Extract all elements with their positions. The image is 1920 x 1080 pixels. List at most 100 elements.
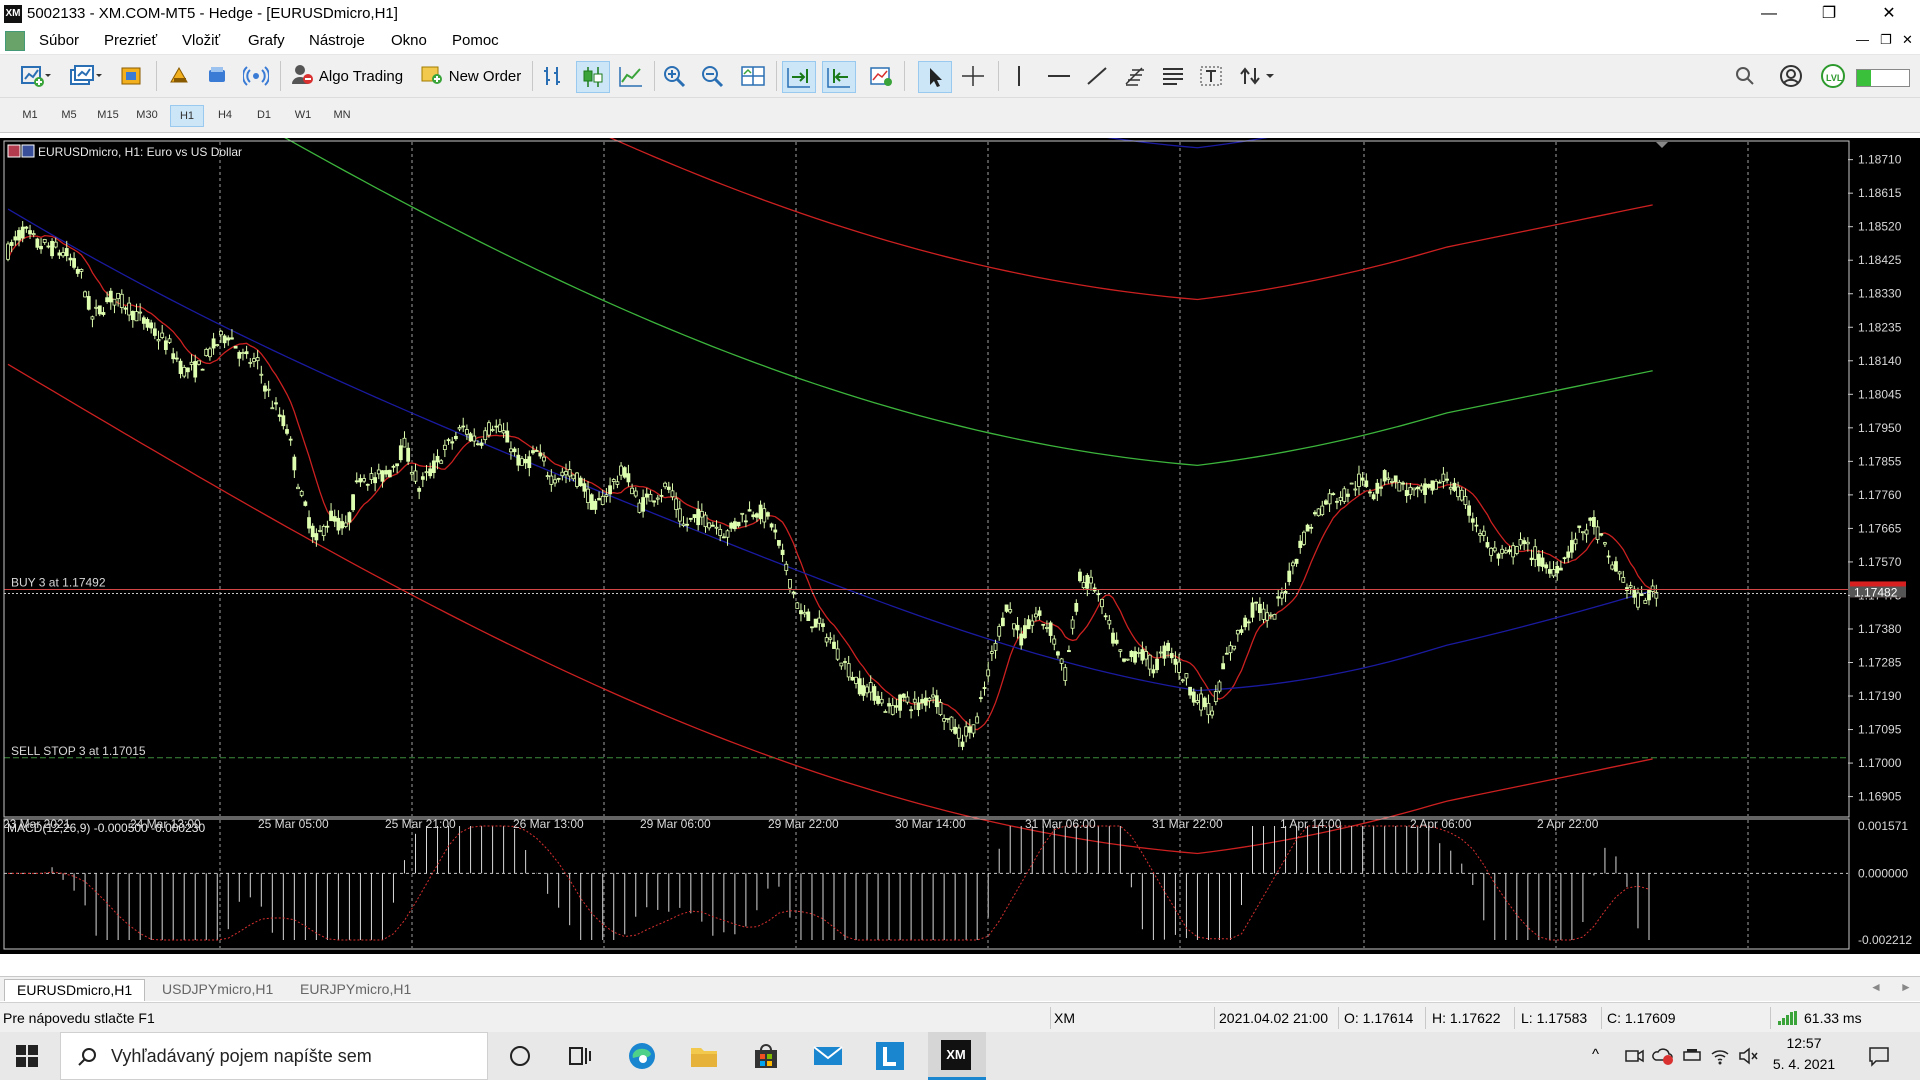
tray-wifi-icon[interactable]	[1710, 1046, 1730, 1070]
restore-button[interactable]: ❐	[1800, 0, 1858, 28]
tray-chevron-icon[interactable]: ^	[1592, 1046, 1599, 1063]
horizontal-line-icon[interactable]	[1044, 61, 1074, 91]
tile-windows-icon[interactable]	[738, 61, 768, 91]
file-explorer-icon[interactable]	[688, 1040, 720, 1072]
market-watch-icon[interactable]	[118, 61, 146, 91]
mdi-close-button[interactable]: ✕	[1902, 32, 1913, 48]
candle-body	[354, 480, 359, 483]
timeframe-m30[interactable]: M30	[131, 105, 163, 125]
trend-line-icon[interactable]	[1082, 61, 1112, 91]
tab-scroll-left-icon[interactable]: ◄	[1870, 980, 1882, 994]
timeframe-m5[interactable]: M5	[53, 105, 85, 125]
timeframe-mn[interactable]: MN	[326, 105, 358, 125]
tab-scroll-right-icon[interactable]: ►	[1900, 980, 1912, 994]
candle-body	[1628, 585, 1633, 588]
taskbar-xm-app[interactable]: XM	[928, 1032, 986, 1080]
candle-body	[1246, 621, 1251, 624]
candlestick-chart-icon[interactable]	[576, 61, 610, 93]
candle-body	[1056, 651, 1060, 656]
tray-date[interactable]: 5. 4. 2021	[1770, 1056, 1838, 1072]
arrows-icon[interactable]	[1234, 61, 1278, 91]
menu-prezriet[interactable]: Prezrieť	[104, 32, 157, 49]
tab-eurusdmicro[interactable]: EURUSDmicro,H1	[4, 979, 146, 1001]
tray-speaker-muted-icon[interactable]	[1738, 1046, 1760, 1070]
tab-usdjpymicro[interactable]: USDJPYmicro,H1	[150, 979, 285, 1000]
candle-body	[1184, 673, 1189, 679]
timeline-icon[interactable]	[564, 1040, 596, 1072]
level-icon[interactable]: LVL	[1818, 61, 1848, 91]
timeframe-h4[interactable]: H4	[209, 105, 241, 125]
store-icon[interactable]	[750, 1040, 782, 1072]
text-icon[interactable]	[1196, 61, 1226, 91]
equidistant-channel-icon[interactable]	[1158, 61, 1188, 91]
candle-body	[1489, 547, 1494, 556]
tab-eurjpymicro[interactable]: EURJPYmicro,H1	[288, 979, 423, 1000]
new-chart-icon[interactable]	[14, 61, 58, 91]
timeframe-h1[interactable]: H1	[170, 105, 204, 127]
menu-okno[interactable]: Okno	[391, 32, 427, 49]
auto-scroll-icon[interactable]	[782, 61, 816, 93]
mail-icon[interactable]	[812, 1040, 844, 1072]
profiles-icon[interactable]	[64, 61, 108, 91]
vertical-line-icon[interactable]	[1004, 61, 1034, 91]
candle-body	[953, 726, 958, 734]
new-order-button[interactable]: New Order	[416, 61, 524, 91]
candle-body	[163, 340, 168, 350]
cursor-icon[interactable]	[918, 61, 952, 93]
l-app-icon[interactable]	[874, 1040, 906, 1072]
price-chart[interactable]: 0.0015710.000000-0.002212MACD(12,26,9) -…	[0, 138, 1920, 954]
strategy-tester-icon[interactable]	[166, 61, 194, 91]
menu-nastroje[interactable]: Nástroje	[309, 32, 365, 49]
bar-chart-icon[interactable]	[538, 61, 568, 91]
account-icon[interactable]	[1776, 61, 1806, 91]
candle-body	[35, 238, 40, 248]
candle-body	[821, 623, 825, 627]
timeframe-m15[interactable]: M15	[92, 105, 124, 125]
price-tick-label: 1.17380	[1858, 622, 1902, 636]
menu-pomoc[interactable]: Pomoc	[452, 32, 499, 49]
candle-body	[336, 517, 341, 531]
windows-start-icon[interactable]	[16, 1045, 38, 1071]
candle-body	[1342, 488, 1347, 502]
signals-icon[interactable]	[242, 61, 270, 91]
candle-body	[1566, 551, 1571, 558]
chart-window[interactable]: 0.001571 0.000000 -0.002212 MACD(12,26,9) -…	[0, 138, 1920, 954]
candle-body	[46, 245, 51, 248]
tray-cloud-alert-icon[interactable]	[1652, 1046, 1674, 1070]
notification-center-icon[interactable]	[1868, 1045, 1890, 1071]
line-chart-icon[interactable]	[616, 61, 646, 91]
tray-time[interactable]: 12:57	[1774, 1035, 1834, 1051]
algo-trading-button[interactable]: Algo Trading	[286, 61, 406, 91]
timeframe-w1[interactable]: W1	[287, 105, 319, 125]
menu-grafy[interactable]: Grafy	[248, 32, 285, 49]
crosshair-icon[interactable]	[958, 61, 988, 91]
candle-body	[50, 240, 54, 257]
candle-body	[17, 230, 21, 241]
menu-subor[interactable]: Súbor	[39, 32, 79, 49]
edge-browser-icon[interactable]	[626, 1040, 658, 1072]
close-button[interactable]: ✕	[1860, 0, 1918, 28]
timeframe-d1[interactable]: D1	[248, 105, 280, 125]
candle-body	[516, 454, 521, 466]
timeframe-m1[interactable]: M1	[14, 105, 46, 125]
candle-body	[549, 475, 554, 485]
chart-shift-icon[interactable]	[822, 61, 856, 93]
indicators-icon[interactable]	[866, 61, 896, 91]
minimize-button[interactable]: —	[1740, 0, 1798, 28]
menu-vlozit[interactable]: Vložiť	[182, 32, 220, 49]
search-icon[interactable]	[1730, 61, 1760, 91]
candle-body	[1250, 602, 1255, 618]
candle-body	[655, 497, 660, 500]
tray-network-adapter-icon[interactable]	[1682, 1046, 1702, 1070]
candle-body	[1522, 540, 1527, 545]
taskbar-search-box[interactable]: Vyhľadávaný pojem napíšte sem	[60, 1032, 488, 1080]
zoom-out-icon[interactable]	[698, 61, 728, 91]
fibonacci-icon[interactable]	[1120, 61, 1150, 91]
task-view-icon[interactable]	[504, 1040, 536, 1072]
mdi-minimize-button[interactable]: —	[1856, 32, 1869, 47]
zoom-in-icon[interactable]	[660, 61, 690, 91]
mdi-restore-button[interactable]: ❐	[1880, 32, 1892, 48]
metaeditor-icon[interactable]	[204, 61, 232, 91]
tray-meet-icon[interactable]	[1624, 1046, 1644, 1070]
chart-window-icon[interactable]	[5, 31, 25, 51]
